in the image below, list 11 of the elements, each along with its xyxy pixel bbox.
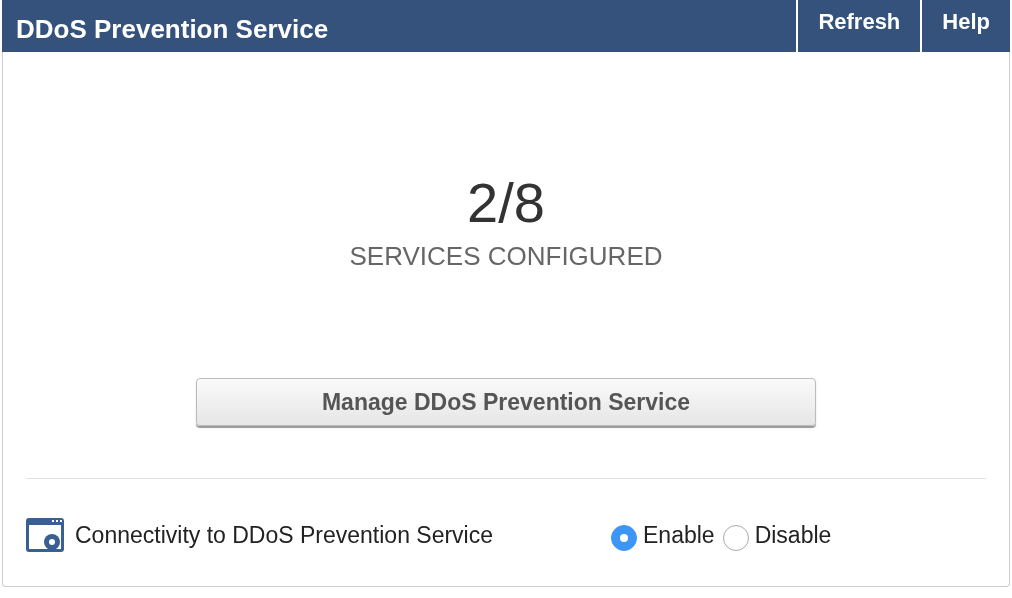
panel-title: DDoS Prevention Service — [15, 13, 330, 46]
connectivity-label: Connectivity to DDoS Prevention Service — [75, 521, 495, 549]
radio-label: Disable — [754, 521, 832, 549]
services-count: 2/8 — [467, 170, 545, 235]
manage-button[interactable]: Manage DDoS Prevention Service — [196, 378, 816, 426]
radio-option[interactable]: Enable — [611, 519, 715, 551]
radio-label: Enable — [643, 521, 715, 549]
radio-button[interactable] — [611, 525, 637, 551]
radio-button[interactable] — [722, 525, 749, 551]
count-caption: SERVICES CONFIGURED — [349, 241, 663, 272]
radio-option[interactable]: Disable — [722, 519, 832, 551]
